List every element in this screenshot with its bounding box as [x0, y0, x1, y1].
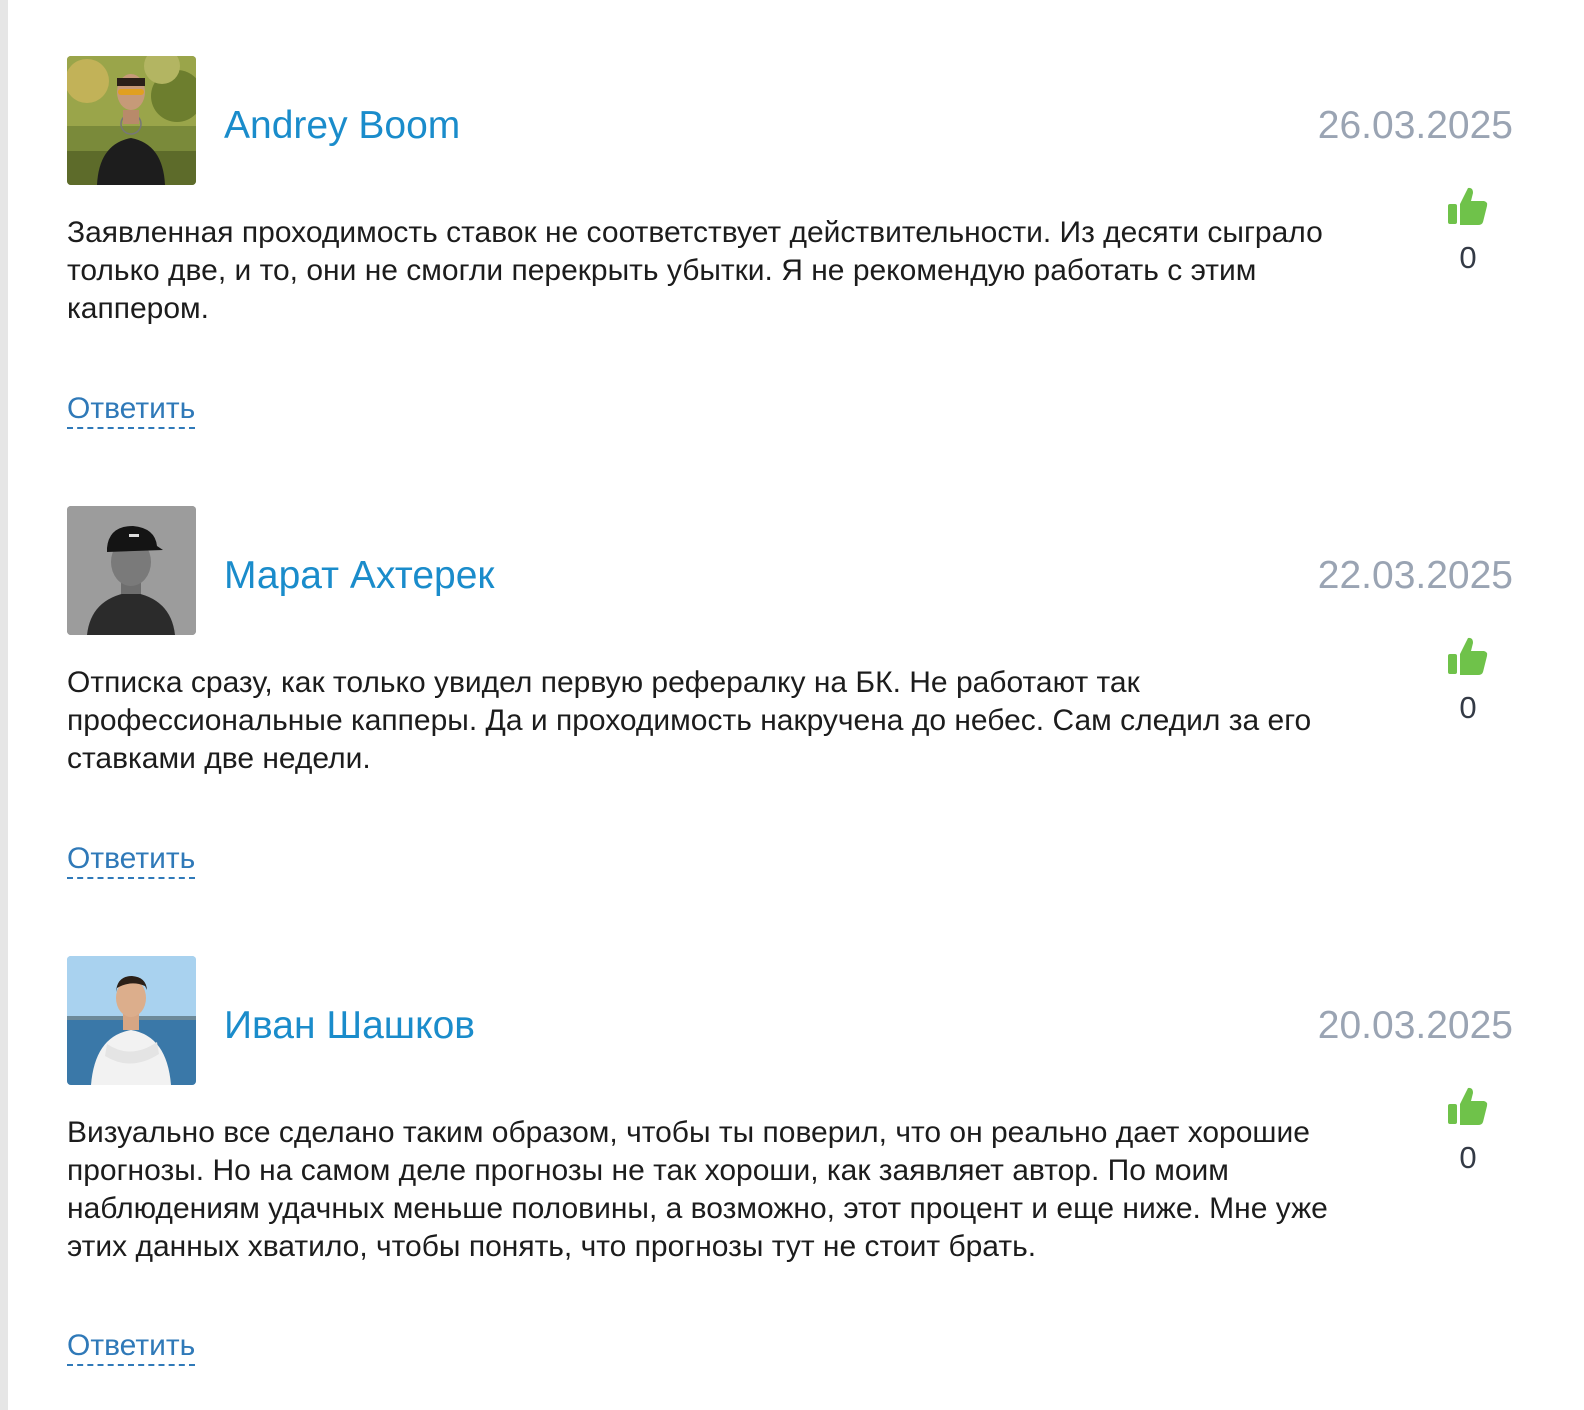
like-widget: 0 [1439, 1084, 1497, 1176]
like-widget: 0 [1439, 184, 1497, 276]
reply-link[interactable]: Ответить [67, 1328, 196, 1366]
comment-date: 26.03.2025 [1317, 104, 1513, 147]
author-name[interactable]: Andrey Boom [224, 102, 460, 150]
like-count: 0 [1459, 690, 1477, 725]
reply-link[interactable]: Ответить [67, 391, 196, 429]
avatar-photo [67, 56, 196, 185]
comment-text: Заявленная проходимость ставок не соотве… [67, 216, 1323, 325]
reply-link[interactable]: Ответить [67, 841, 196, 879]
comment-date: 22.03.2025 [1317, 554, 1513, 597]
comment-text: Визуально все сделано таким образом, что… [67, 1116, 1328, 1263]
thumbs-up-icon[interactable] [1446, 184, 1490, 228]
avatar[interactable] [67, 506, 196, 635]
comment-item: Иван Шашков 20.03.2025 0 Визуально все с… [67, 956, 1513, 1396]
comment-item: Марат Ахтерек 22.03.2025 0 Отписка сразу… [67, 506, 1513, 896]
author-name[interactable]: Марат Ахтерек [224, 552, 494, 600]
avatar-photo [67, 956, 196, 1085]
comment-item: Andrey Boom 26.03.2025 0 Заявленная прох… [67, 56, 1513, 446]
avatar[interactable] [67, 956, 196, 1085]
like-count: 0 [1459, 240, 1477, 275]
thumbs-up-icon[interactable] [1446, 1084, 1490, 1128]
avatar-photo [67, 506, 196, 635]
left-border [0, 0, 8, 1410]
author-name[interactable]: Иван Шашков [224, 1002, 475, 1050]
avatar[interactable] [67, 56, 196, 185]
comment-date: 20.03.2025 [1317, 1004, 1513, 1047]
like-widget: 0 [1439, 634, 1497, 726]
comment-text: Отписка сразу, как только увидел первую … [67, 666, 1312, 775]
thumbs-up-icon[interactable] [1446, 634, 1490, 678]
like-count: 0 [1459, 1140, 1477, 1175]
